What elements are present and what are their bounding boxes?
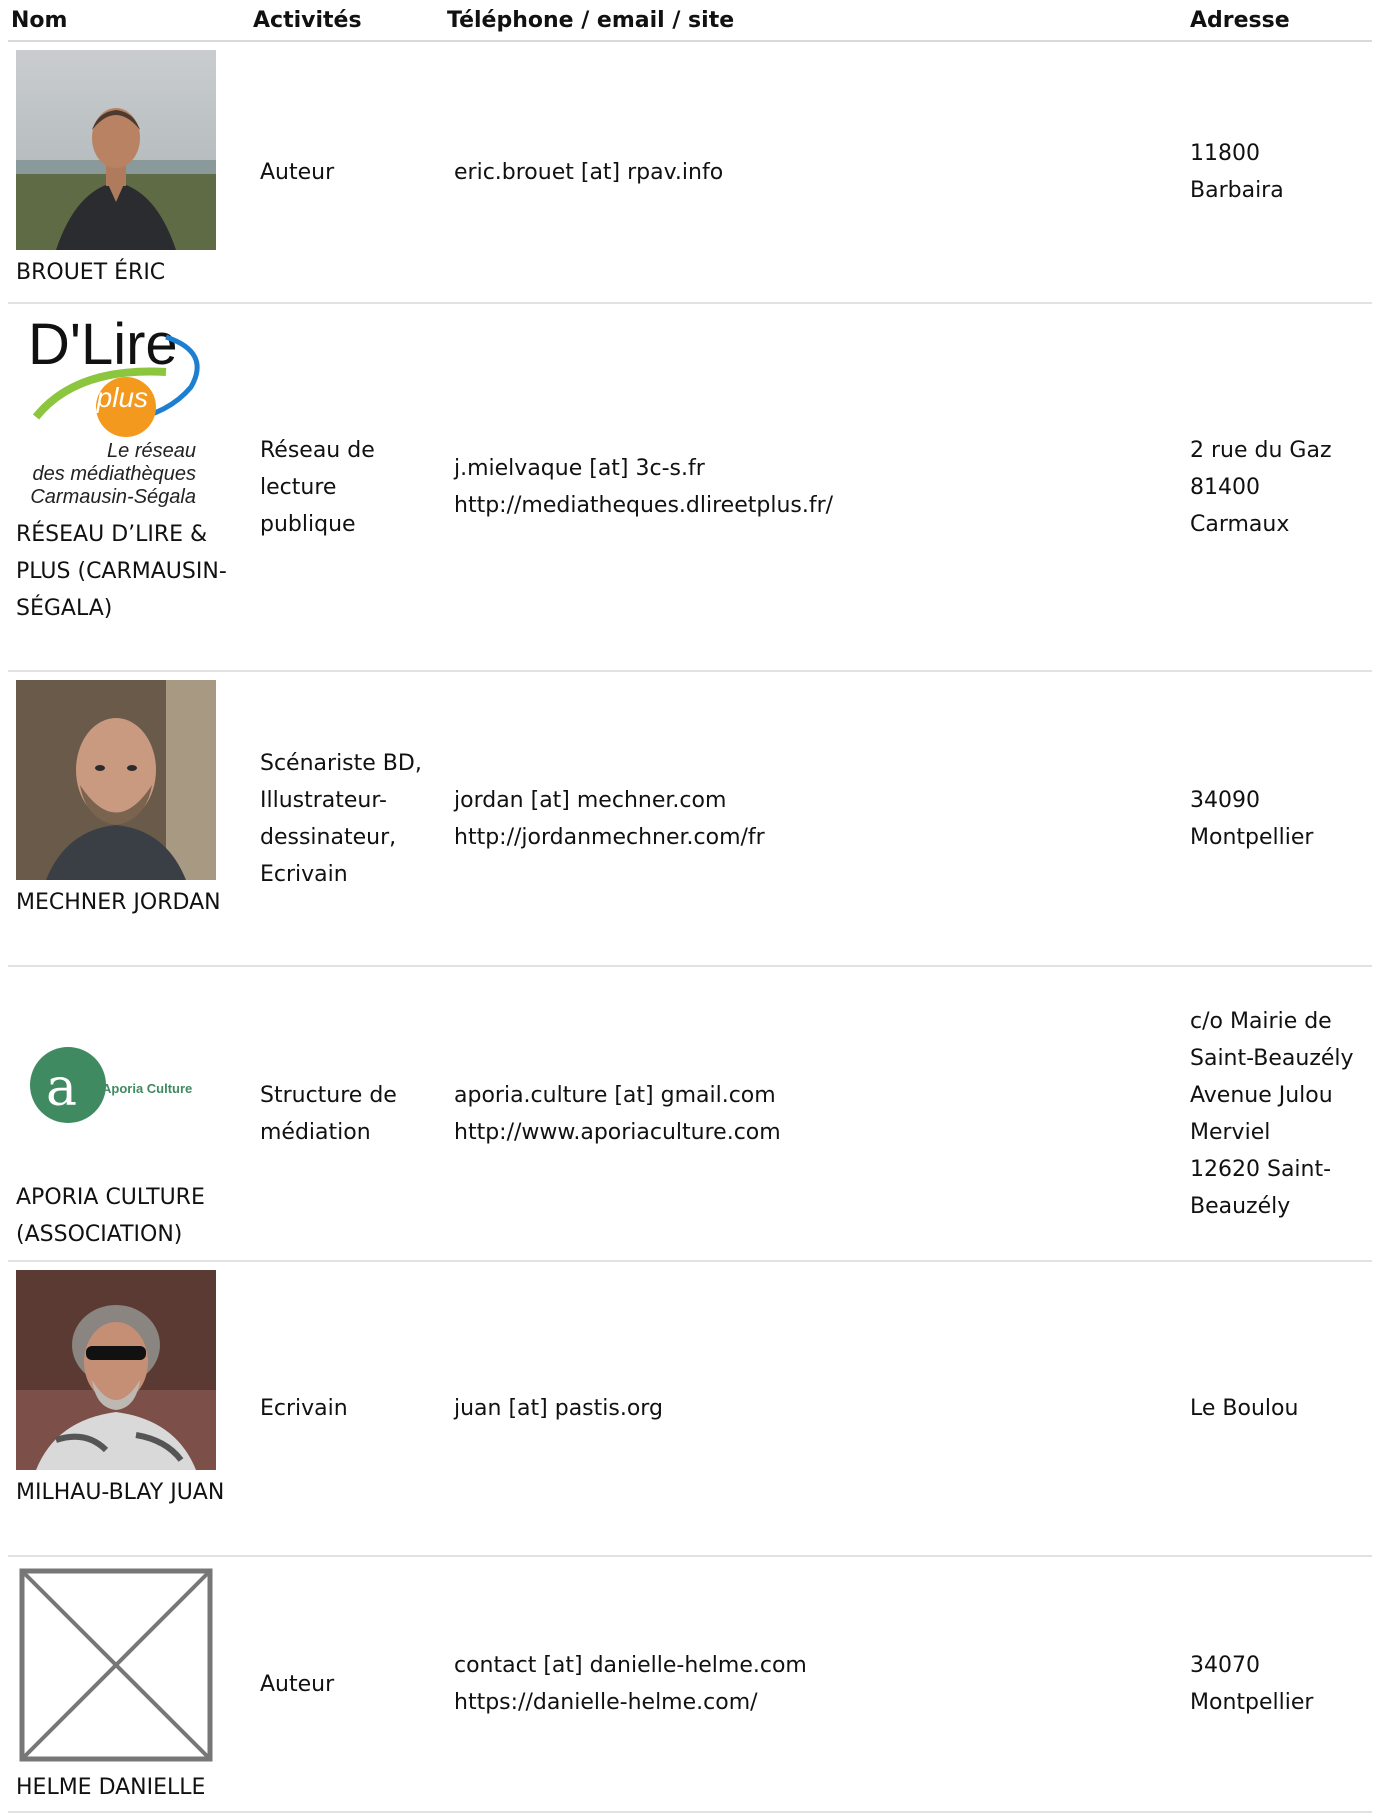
address-line: Montpellier [1190, 824, 1314, 850]
column-header-contact[interactable]: Téléphone / email / site [444, 0, 1180, 42]
contact-cell: j.mielvaque [at] 3c-s.fr http://mediathe… [444, 303, 1180, 672]
website-link[interactable]: http://www.aporiaculture.com [454, 1114, 1170, 1151]
address-cell: Le Boulou [1180, 1261, 1372, 1557]
name-cell: MILHAU-BLAY JUAN [8, 1261, 250, 1557]
column-header-activities[interactable]: Activités [250, 0, 444, 42]
email-link[interactable]: juan [at] pastis.org [454, 1390, 1170, 1427]
address-line: Le Boulou [1190, 1396, 1299, 1421]
table-header-row: Nom Activités Téléphone / email / site A… [8, 0, 1372, 42]
column-header-address[interactable]: Adresse [1180, 0, 1372, 42]
logo-dlire-plus[interactable]: D'Lire &plus Le réseau des médiathèques … [16, 312, 216, 512]
address-line: Barbaira [1190, 178, 1284, 203]
logo-aporia-culture[interactable]: a Aporia Culture [16, 975, 216, 1175]
table-row: MILHAU-BLAY JUAN Ecrivain juan [at] past… [8, 1261, 1372, 1557]
address-line: Montpellier [1190, 1690, 1314, 1715]
contact-cell: eric.brouet [at] rpav.info [444, 41, 1180, 304]
website-link[interactable]: http://jordanmechner.com/fr [454, 819, 1170, 856]
activities-cell: Réseau de lecture publique [250, 303, 444, 672]
contact-cell: contact [at] danielle-helme.com https://… [444, 1556, 1180, 1813]
address-line: 81400 [1190, 474, 1260, 500]
address-cell: 2 rue du Gaz 81400 Carmaux [1180, 303, 1372, 672]
entry-name[interactable]: MECHNER JORDAN [16, 884, 242, 921]
email-link[interactable]: aporia.culture [at] gmail.com [454, 1077, 1170, 1114]
address-line: 34070 [1190, 1653, 1260, 1678]
activities-cell: Structure de médiation [250, 966, 444, 1262]
address-line: 2 rue du Gaz [1190, 437, 1332, 463]
entry-name[interactable]: APORIA CULTURE (ASSOCIATION) [16, 1179, 242, 1253]
entry-name[interactable]: RÉSEAU D’LIRE & PLUS (CARMAUSIN-SÉGALA) [16, 516, 242, 627]
table-row: BROUET ÉRIC Auteur eric.brouet [at] rpav… [8, 41, 1372, 304]
logo-text: &plus [78, 382, 148, 413]
address-line: 12620 Saint-Beauzély [1190, 1156, 1332, 1219]
name-cell: BROUET ÉRIC [8, 41, 250, 304]
address-line: 11800 [1190, 141, 1260, 166]
address-line: c/o Mairie de Saint-Beauzély [1190, 1008, 1354, 1071]
table-row: a Aporia Culture APORIA CULTURE (ASSOCIA… [8, 966, 1372, 1262]
contact-cell: juan [at] pastis.org [444, 1261, 1180, 1557]
address-line: Carmaux [1190, 511, 1290, 537]
email-link[interactable]: j.mielvaque [at] 3c-s.fr [454, 450, 1170, 487]
entry-name[interactable]: HELME DANIELLE [16, 1769, 242, 1806]
name-cell: MECHNER JORDAN [8, 671, 250, 967]
activities-cell: Auteur [250, 41, 444, 304]
activities-cell: Scénariste BD, Illustrateur-dessinateur,… [250, 671, 444, 967]
logo-text: Le réseau [107, 440, 196, 462]
entry-name[interactable]: BROUET ÉRIC [16, 254, 242, 291]
activities-cell: Ecrivain [250, 1261, 444, 1557]
name-cell: D'Lire &plus Le réseau des médiathèques … [8, 303, 250, 672]
directory-table: Nom Activités Téléphone / email / site A… [8, 0, 1372, 1813]
email-link[interactable]: jordan [at] mechner.com [454, 782, 1170, 819]
activities-cell: Auteur [250, 1556, 444, 1813]
contact-cell: jordan [at] mechner.com http://jordanmec… [444, 671, 1180, 967]
website-link[interactable]: https://danielle-helme.com/ [454, 1684, 1170, 1721]
email-link[interactable]: eric.brouet [at] rpav.info [454, 154, 1170, 191]
address-cell: c/o Mairie de Saint-Beauzély Avenue Julo… [1180, 966, 1372, 1262]
email-link[interactable]: contact [at] danielle-helme.com [454, 1647, 1170, 1684]
address-line: Avenue Julou Merviel [1190, 1082, 1333, 1145]
address-cell: 34070 Montpellier [1180, 1556, 1372, 1813]
column-header-name[interactable]: Nom [8, 0, 250, 42]
table-row: HELME DANIELLE Auteur contact [at] danie… [8, 1556, 1372, 1813]
portrait-photo[interactable] [16, 1270, 216, 1470]
logo-text: a [46, 1058, 77, 1118]
contact-cell: aporia.culture [at] gmail.com http://www… [444, 966, 1180, 1262]
table-row: D'Lire &plus Le réseau des médiathèques … [8, 303, 1372, 672]
logo-text: Carmausin-Ségala [30, 486, 196, 508]
portrait-photo[interactable] [16, 680, 216, 880]
name-cell: HELME DANIELLE [8, 1556, 250, 1813]
image-placeholder-icon[interactable] [16, 1565, 216, 1765]
website-link[interactable]: http://mediatheques.dlireetplus.fr/ [454, 487, 1170, 524]
table-row: MECHNER JORDAN Scénariste BD, Illustrate… [8, 671, 1372, 967]
logo-text: des médiathèques [33, 463, 196, 485]
address-cell: 34090 Montpellier [1180, 671, 1372, 967]
name-cell: a Aporia Culture APORIA CULTURE (ASSOCIA… [8, 966, 250, 1262]
portrait-photo[interactable] [16, 50, 216, 250]
address-cell: 11800 Barbaira [1180, 41, 1372, 304]
logo-text: Aporia Culture [102, 1081, 192, 1096]
entry-name[interactable]: MILHAU-BLAY JUAN [16, 1474, 242, 1511]
logo-text: D'Lire [28, 312, 178, 377]
address-line: 34090 [1190, 787, 1260, 813]
